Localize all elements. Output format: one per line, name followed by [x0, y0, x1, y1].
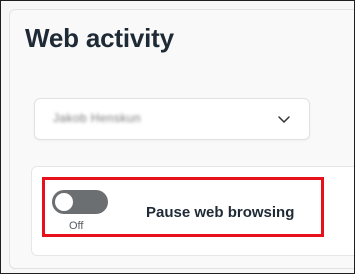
- screenshot-frame: Web activity Jakob Henskun Off Pause web…: [0, 0, 355, 274]
- account-dropdown-value: Jakob Henskun: [53, 111, 141, 125]
- chevron-down-icon: [277, 112, 291, 126]
- account-dropdown[interactable]: Jakob Henskun: [34, 98, 310, 140]
- page-title: Web activity: [25, 23, 174, 53]
- highlight-box: [42, 177, 324, 237]
